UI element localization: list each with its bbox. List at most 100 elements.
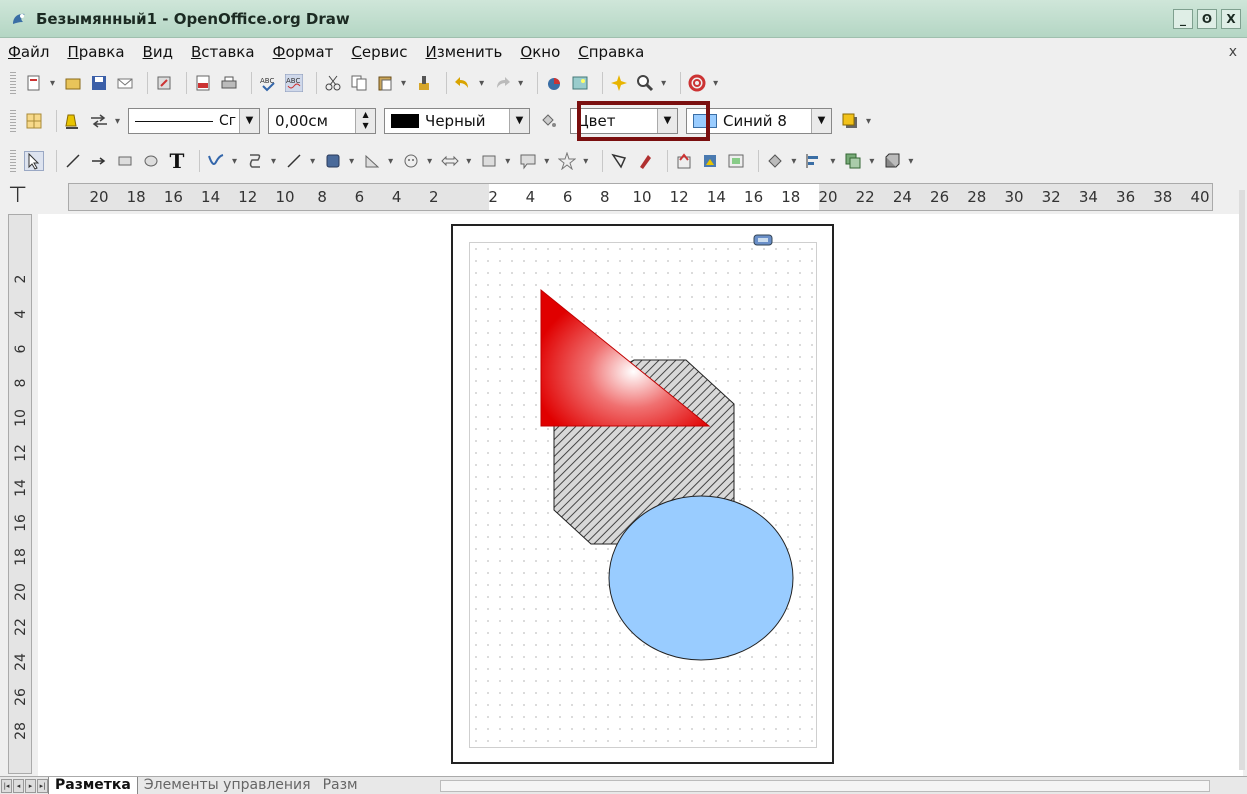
toolbar-grip[interactable] [10, 150, 16, 172]
curve-tool-icon[interactable] [206, 151, 226, 171]
save-icon[interactable] [89, 73, 109, 93]
print-icon[interactable] [219, 73, 239, 93]
line-color-select[interactable]: Черный ▼ [384, 108, 531, 134]
curve-dropdown-icon[interactable]: ▾ [232, 156, 237, 167]
maximize-button[interactable]: ʘ [1197, 9, 1217, 29]
close-document-icon[interactable]: x [1229, 44, 1237, 60]
vertical-ruler[interactable]: 2 4 6 8 10 12 14 16 18 20 22 24 26 28 [8, 214, 32, 774]
arrow-style-icon[interactable] [89, 111, 109, 131]
effects-icon[interactable] [765, 151, 785, 171]
open-icon[interactable] [63, 73, 83, 93]
menu-view[interactable]: Вид [143, 43, 173, 61]
drawing-workspace[interactable] [38, 214, 1243, 776]
gallery-icon[interactable] [570, 73, 590, 93]
from-file-icon[interactable] [700, 151, 720, 171]
chevron-down-icon[interactable]: ▼ [811, 109, 832, 133]
red-triangle-shape[interactable] [540, 288, 711, 427]
area-fill-icon[interactable] [538, 111, 558, 131]
basic-shapes-dropdown-icon[interactable]: ▾ [349, 156, 354, 167]
stars-dropdown-icon[interactable]: ▾ [583, 156, 588, 167]
spin-arrows-icon[interactable]: ▲ ▼ [355, 109, 376, 133]
area-color-select[interactable]: Синий 8 ▼ [686, 108, 833, 134]
points-icon[interactable] [609, 151, 629, 171]
connector-tool-icon[interactable] [245, 151, 265, 171]
line-icon[interactable] [63, 111, 83, 131]
line-style-select[interactable]: Сг ▼ [128, 108, 261, 134]
chart-icon[interactable] [544, 73, 564, 93]
toolbar-grip[interactable] [10, 72, 16, 94]
stars-icon[interactable] [557, 151, 577, 171]
tab-controls[interactable]: Элементы управления [138, 777, 317, 794]
lines-arrows-icon[interactable] [284, 151, 304, 171]
line-tool-icon[interactable] [63, 151, 83, 171]
drawing-page[interactable] [451, 224, 834, 764]
align-dropdown-icon[interactable]: ▾ [830, 156, 835, 167]
copy-icon[interactable] [349, 73, 369, 93]
text-tool-icon[interactable]: T [167, 149, 187, 173]
minimize-button[interactable]: _ [1173, 9, 1193, 29]
paste-dropdown-icon[interactable]: ▾ [401, 78, 406, 89]
tab-layout[interactable]: Разметка [48, 776, 138, 794]
chevron-down-icon[interactable]: ▼ [657, 109, 678, 133]
toolbar-options-icon[interactable]: ▾ [713, 78, 718, 89]
ellipse-tool-icon[interactable] [141, 151, 161, 171]
chevron-down-icon[interactable]: ▼ [509, 109, 530, 133]
menu-edit[interactable]: Правка [67, 43, 124, 61]
line-arrow-tool-icon[interactable] [89, 151, 109, 171]
basic-shapes-icon[interactable] [323, 151, 343, 171]
menu-insert[interactable]: Вставка [191, 43, 255, 61]
vertical-scrollbar[interactable] [1239, 190, 1245, 770]
openoffice-app-icon[interactable] [10, 10, 28, 28]
redo-icon[interactable] [492, 73, 512, 93]
navigator-icon[interactable] [609, 73, 629, 93]
area-style-select[interactable]: Цвет ▼ [570, 108, 679, 134]
help-icon[interactable] [687, 73, 707, 93]
zoom-icon[interactable] [635, 73, 655, 93]
menu-help[interactable]: Справка [578, 43, 644, 61]
align-icon[interactable] [804, 151, 824, 171]
arrow-style-dropdown-icon[interactable]: ▾ [115, 116, 120, 127]
menu-modify[interactable]: Изменить [426, 43, 503, 61]
arrange-dropdown-icon[interactable]: ▾ [869, 156, 874, 167]
prev-tab-icon[interactable]: ◂ [13, 778, 24, 793]
ruler-origin-icon[interactable]: ⊤ [8, 183, 32, 211]
paste-icon[interactable] [375, 73, 395, 93]
lines-dropdown-icon[interactable]: ▾ [310, 156, 315, 167]
zoom-dropdown-icon[interactable]: ▾ [661, 78, 666, 89]
callouts-dropdown-icon[interactable]: ▾ [544, 156, 549, 167]
menu-file[interactable]: Файл [8, 43, 49, 61]
toolbar-options-icon[interactable]: ▾ [866, 116, 871, 127]
triangle-shapes-icon[interactable] [362, 151, 382, 171]
next-tab-icon[interactable]: ▸ [25, 778, 36, 793]
edit-file-icon[interactable] [154, 73, 174, 93]
callouts-icon[interactable] [518, 151, 538, 171]
styles-icon[interactable] [24, 111, 44, 131]
first-tab-icon[interactable]: |◂ [1, 778, 12, 793]
horizontal-scrollbar[interactable] [440, 780, 1210, 792]
blue-ellipse-shape[interactable] [608, 495, 794, 661]
export-pdf-icon[interactable] [193, 73, 213, 93]
autospellcheck-icon[interactable]: ABC [284, 73, 304, 93]
spellcheck-icon[interactable]: ABC [258, 73, 278, 93]
page-link-icon[interactable] [753, 234, 773, 246]
glue-points-icon[interactable] [635, 151, 655, 171]
new-document-icon[interactable] [24, 73, 44, 93]
symbol-dropdown-icon[interactable]: ▾ [427, 156, 432, 167]
block-arrows-icon[interactable] [440, 151, 460, 171]
menu-format[interactable]: Формат [273, 43, 334, 61]
connector-dropdown-icon[interactable]: ▾ [271, 156, 276, 167]
tab-dimension-lines[interactable]: Разм [317, 777, 364, 794]
rectangle-tool-icon[interactable] [115, 151, 135, 171]
fontwork-icon[interactable] [674, 151, 694, 171]
last-tab-icon[interactable]: ▸| [37, 778, 48, 793]
toolbar-grip[interactable] [10, 110, 16, 132]
toolbar-options-icon[interactable]: ▾ [908, 156, 913, 167]
cut-icon[interactable] [323, 73, 343, 93]
undo-icon[interactable] [453, 73, 473, 93]
close-button[interactable]: X [1221, 9, 1241, 29]
new-dropdown-icon[interactable]: ▾ [50, 78, 55, 89]
gallery-tool-icon[interactable] [726, 151, 746, 171]
flowchart-icon[interactable] [479, 151, 499, 171]
clone-formatting-icon[interactable] [414, 73, 434, 93]
menu-window[interactable]: Окно [520, 43, 560, 61]
